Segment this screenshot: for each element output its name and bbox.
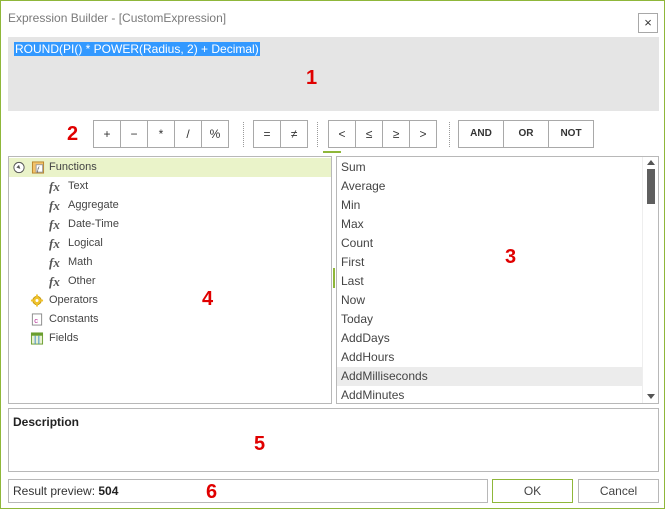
function-icon: fx — [49, 236, 60, 251]
callout-3: 3 — [505, 246, 517, 268]
tree-label-other: Other — [68, 275, 96, 287]
toolbar-separator — [243, 122, 244, 147]
scroll-down-icon[interactable] — [647, 394, 655, 399]
list-item-count[interactable]: Count — [337, 234, 642, 253]
list-item-last[interactable]: Last — [337, 272, 642, 291]
tree-item-logical[interactable]: fx Logical — [9, 234, 331, 253]
functions-folder-icon: f — [31, 161, 45, 174]
callout-1: 1 — [306, 67, 318, 89]
tab-indicator — [323, 151, 341, 153]
functions-list[interactable]: Sum Average Min Max Count First Last Now… — [336, 156, 659, 404]
tree-item-date-time[interactable]: fx Date-Time — [9, 215, 331, 234]
result-preview: Result preview: 504 — [8, 479, 488, 503]
list-item-now[interactable]: Now — [337, 291, 642, 310]
tree-label-text: Text — [68, 180, 89, 192]
multiply-button[interactable]: * — [147, 120, 175, 148]
plus-button[interactable]: + — [93, 120, 121, 148]
category-tree[interactable]: f Functions fx Text fx Aggregate fx Date… — [8, 156, 332, 404]
tree-item-other[interactable]: fx Other — [9, 272, 331, 291]
ok-button[interactable]: OK — [492, 479, 573, 503]
cancel-button[interactable]: Cancel — [578, 479, 659, 503]
close-button[interactable]: × — [638, 13, 658, 33]
panel-splitter[interactable] — [333, 268, 335, 288]
less-or-equal-button[interactable]: ≤ — [355, 120, 383, 148]
tree-item-operators[interactable]: Operators — [9, 291, 331, 310]
list-item-addminutes[interactable]: AddMinutes — [337, 386, 642, 403]
scrollbar-thumb[interactable] — [647, 169, 655, 204]
title-bar: Expression Builder - [CustomExpression] … — [1, 1, 664, 33]
expression-builder-window: Expression Builder - [CustomExpression] … — [0, 0, 665, 509]
or-button[interactable]: OR — [503, 120, 549, 148]
tree-label-operators: Operators — [49, 294, 98, 306]
list-item-max[interactable]: Max — [337, 215, 642, 234]
function-icon: fx — [49, 217, 60, 232]
tree-label-aggregate: Aggregate — [68, 199, 119, 211]
description-title: Description — [13, 415, 80, 429]
tree-label-logical: Logical — [68, 237, 103, 249]
toolbar-separator — [449, 122, 450, 147]
logical-operators: AND OR NOT — [458, 120, 594, 148]
scroll-up-icon[interactable] — [647, 160, 655, 165]
tree-item-constants[interactable]: c Constants — [9, 310, 331, 329]
callout-4: 4 — [202, 288, 214, 310]
list-item-addmilliseconds[interactable]: AddMilliseconds — [337, 367, 642, 386]
collapse-toggle-icon[interactable] — [12, 161, 26, 174]
toolbar-separator — [317, 122, 318, 147]
list-item-addhours[interactable]: AddHours — [337, 348, 642, 367]
fields-table-icon — [30, 332, 44, 345]
svg-text:c: c — [34, 316, 38, 325]
modulo-button[interactable]: % — [201, 120, 229, 148]
not-equal-button[interactable]: ≠ — [280, 120, 308, 148]
list-item-adddays[interactable]: AddDays — [337, 329, 642, 348]
list-item-first[interactable]: First — [337, 253, 642, 272]
tree-label-constants: Constants — [49, 313, 99, 325]
list-item-today[interactable]: Today — [337, 310, 642, 329]
minus-button[interactable]: − — [120, 120, 148, 148]
tree-item-fields[interactable]: Fields — [9, 329, 331, 348]
function-icon: fx — [49, 198, 60, 213]
function-icon: fx — [49, 274, 60, 289]
tree-item-aggregate[interactable]: fx Aggregate — [9, 196, 331, 215]
tree-item-text[interactable]: fx Text — [9, 177, 331, 196]
divide-button[interactable]: / — [174, 120, 202, 148]
expression-text[interactable]: ROUND(PI() * POWER(Radius, 2) + Decimal) — [14, 42, 260, 56]
callout-2: 2 — [67, 123, 79, 145]
greater-than-button[interactable]: > — [409, 120, 437, 148]
tree-item-math[interactable]: fx Math — [9, 253, 331, 272]
window-title: Expression Builder - [CustomExpression] — [8, 11, 227, 25]
result-preview-label: Result preview: — [13, 484, 96, 498]
tree-label-fields: Fields — [49, 332, 79, 344]
result-preview-value: 504 — [98, 484, 119, 498]
list-item-sum[interactable]: Sum — [337, 158, 642, 177]
greater-or-equal-button[interactable]: ≥ — [382, 120, 410, 148]
vertical-scrollbar[interactable] — [642, 157, 658, 403]
constants-icon: c — [31, 313, 43, 326]
equality-operators: = ≠ — [253, 120, 308, 148]
expression-editor[interactable]: ROUND(PI() * POWER(Radius, 2) + Decimal) — [8, 37, 659, 111]
list-item-min[interactable]: Min — [337, 196, 642, 215]
and-button[interactable]: AND — [458, 120, 504, 148]
less-than-button[interactable]: < — [328, 120, 356, 148]
tree-label-date-time: Date-Time — [68, 218, 119, 230]
equal-button[interactable]: = — [253, 120, 281, 148]
callout-6: 6 — [206, 481, 218, 503]
comparison-operators: < ≤ ≥ > — [328, 120, 437, 148]
not-button[interactable]: NOT — [548, 120, 594, 148]
tree-item-functions[interactable]: f Functions — [9, 158, 331, 177]
function-icon: fx — [49, 179, 60, 194]
operators-gear-icon — [30, 294, 44, 307]
list-item-average[interactable]: Average — [337, 177, 642, 196]
tree-label-math: Math — [68, 256, 93, 268]
arithmetic-operators: + − * / % — [93, 120, 229, 148]
function-icon: fx — [49, 255, 60, 270]
tree-label-functions: Functions — [49, 161, 97, 173]
description-panel: Description — [8, 408, 659, 472]
callout-5: 5 — [254, 433, 266, 455]
